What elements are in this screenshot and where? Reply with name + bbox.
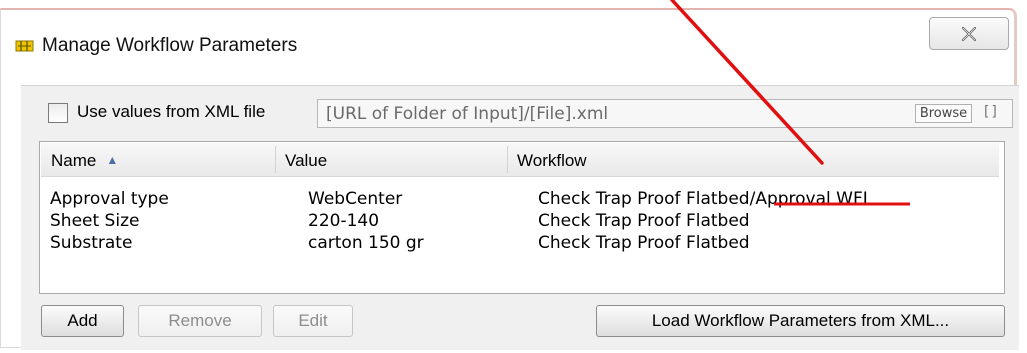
cell-workflow: Check Trap Proof Flatbed/Approval WFL bbox=[538, 189, 872, 209]
cell-name: Substrate bbox=[50, 233, 133, 253]
sort-ascending-icon: ▲ bbox=[106, 153, 119, 167]
cell-workflow: Check Trap Proof Flatbed bbox=[538, 211, 750, 231]
cell-value: WebCenter bbox=[308, 189, 403, 209]
column-divider[interactable] bbox=[507, 146, 508, 173]
browse-button[interactable]: Browse bbox=[915, 104, 972, 123]
column-header-workflow[interactable]: Workflow bbox=[517, 151, 587, 171]
edit-button[interactable]: Edit bbox=[273, 305, 353, 337]
xml-source-row: Use values from XML file [URL of Folder … bbox=[21, 86, 1019, 130]
cell-value: 220-140 bbox=[308, 211, 380, 231]
table-row[interactable]: Approval type WebCenter Check Trap Proof… bbox=[40, 189, 1004, 211]
xml-url-value: [URL of Folder of Input]/[File].xml bbox=[326, 104, 609, 124]
load-from-xml-button[interactable]: Load Workflow Parameters from XML... bbox=[596, 305, 1005, 337]
use-xml-checkbox[interactable] bbox=[48, 103, 68, 123]
column-divider[interactable] bbox=[275, 146, 276, 173]
cell-value: carton 150 gr bbox=[308, 233, 424, 253]
workflow-subflow-name: Approval WFL bbox=[755, 189, 873, 209]
remove-button[interactable]: Remove bbox=[138, 305, 262, 337]
column-header-label: Name bbox=[51, 151, 97, 170]
dialog-title: Manage Workflow Parameters bbox=[42, 35, 298, 56]
parameters-icon bbox=[15, 40, 34, 52]
xml-url-input[interactable]: [URL of Folder of Input]/[File].xml Brow… bbox=[317, 99, 1013, 128]
workflow-path: Check Trap Proof Flatbed/ bbox=[538, 189, 756, 209]
column-header-name[interactable]: Name ▲ bbox=[51, 151, 118, 171]
parameters-table: Name ▲ Value Workflow Approval type WebCe… bbox=[39, 141, 1005, 294]
cell-workflow: Check Trap Proof Flatbed bbox=[538, 233, 750, 253]
dialog-content-panel: Use values from XML file [URL of Folder … bbox=[21, 85, 1019, 350]
dialog-window: Manage Workflow Parameters Use values fr… bbox=[0, 8, 1019, 350]
variable-picker-button[interactable]: [] bbox=[982, 104, 999, 120]
close-button[interactable] bbox=[929, 17, 1009, 50]
cell-name: Sheet Size bbox=[50, 211, 140, 231]
cell-name: Approval type bbox=[50, 189, 169, 209]
table-row[interactable]: Substrate carton 150 gr Check Trap Proof… bbox=[40, 233, 1004, 255]
table-header: Name ▲ Value Workflow bbox=[41, 143, 999, 177]
add-button[interactable]: Add bbox=[41, 305, 124, 337]
use-xml-label: Use values from XML file bbox=[77, 102, 266, 121]
column-header-value[interactable]: Value bbox=[285, 151, 327, 171]
close-icon bbox=[961, 26, 977, 41]
table-row[interactable]: Sheet Size 220-140 Check Trap Proof Flat… bbox=[40, 211, 1004, 233]
